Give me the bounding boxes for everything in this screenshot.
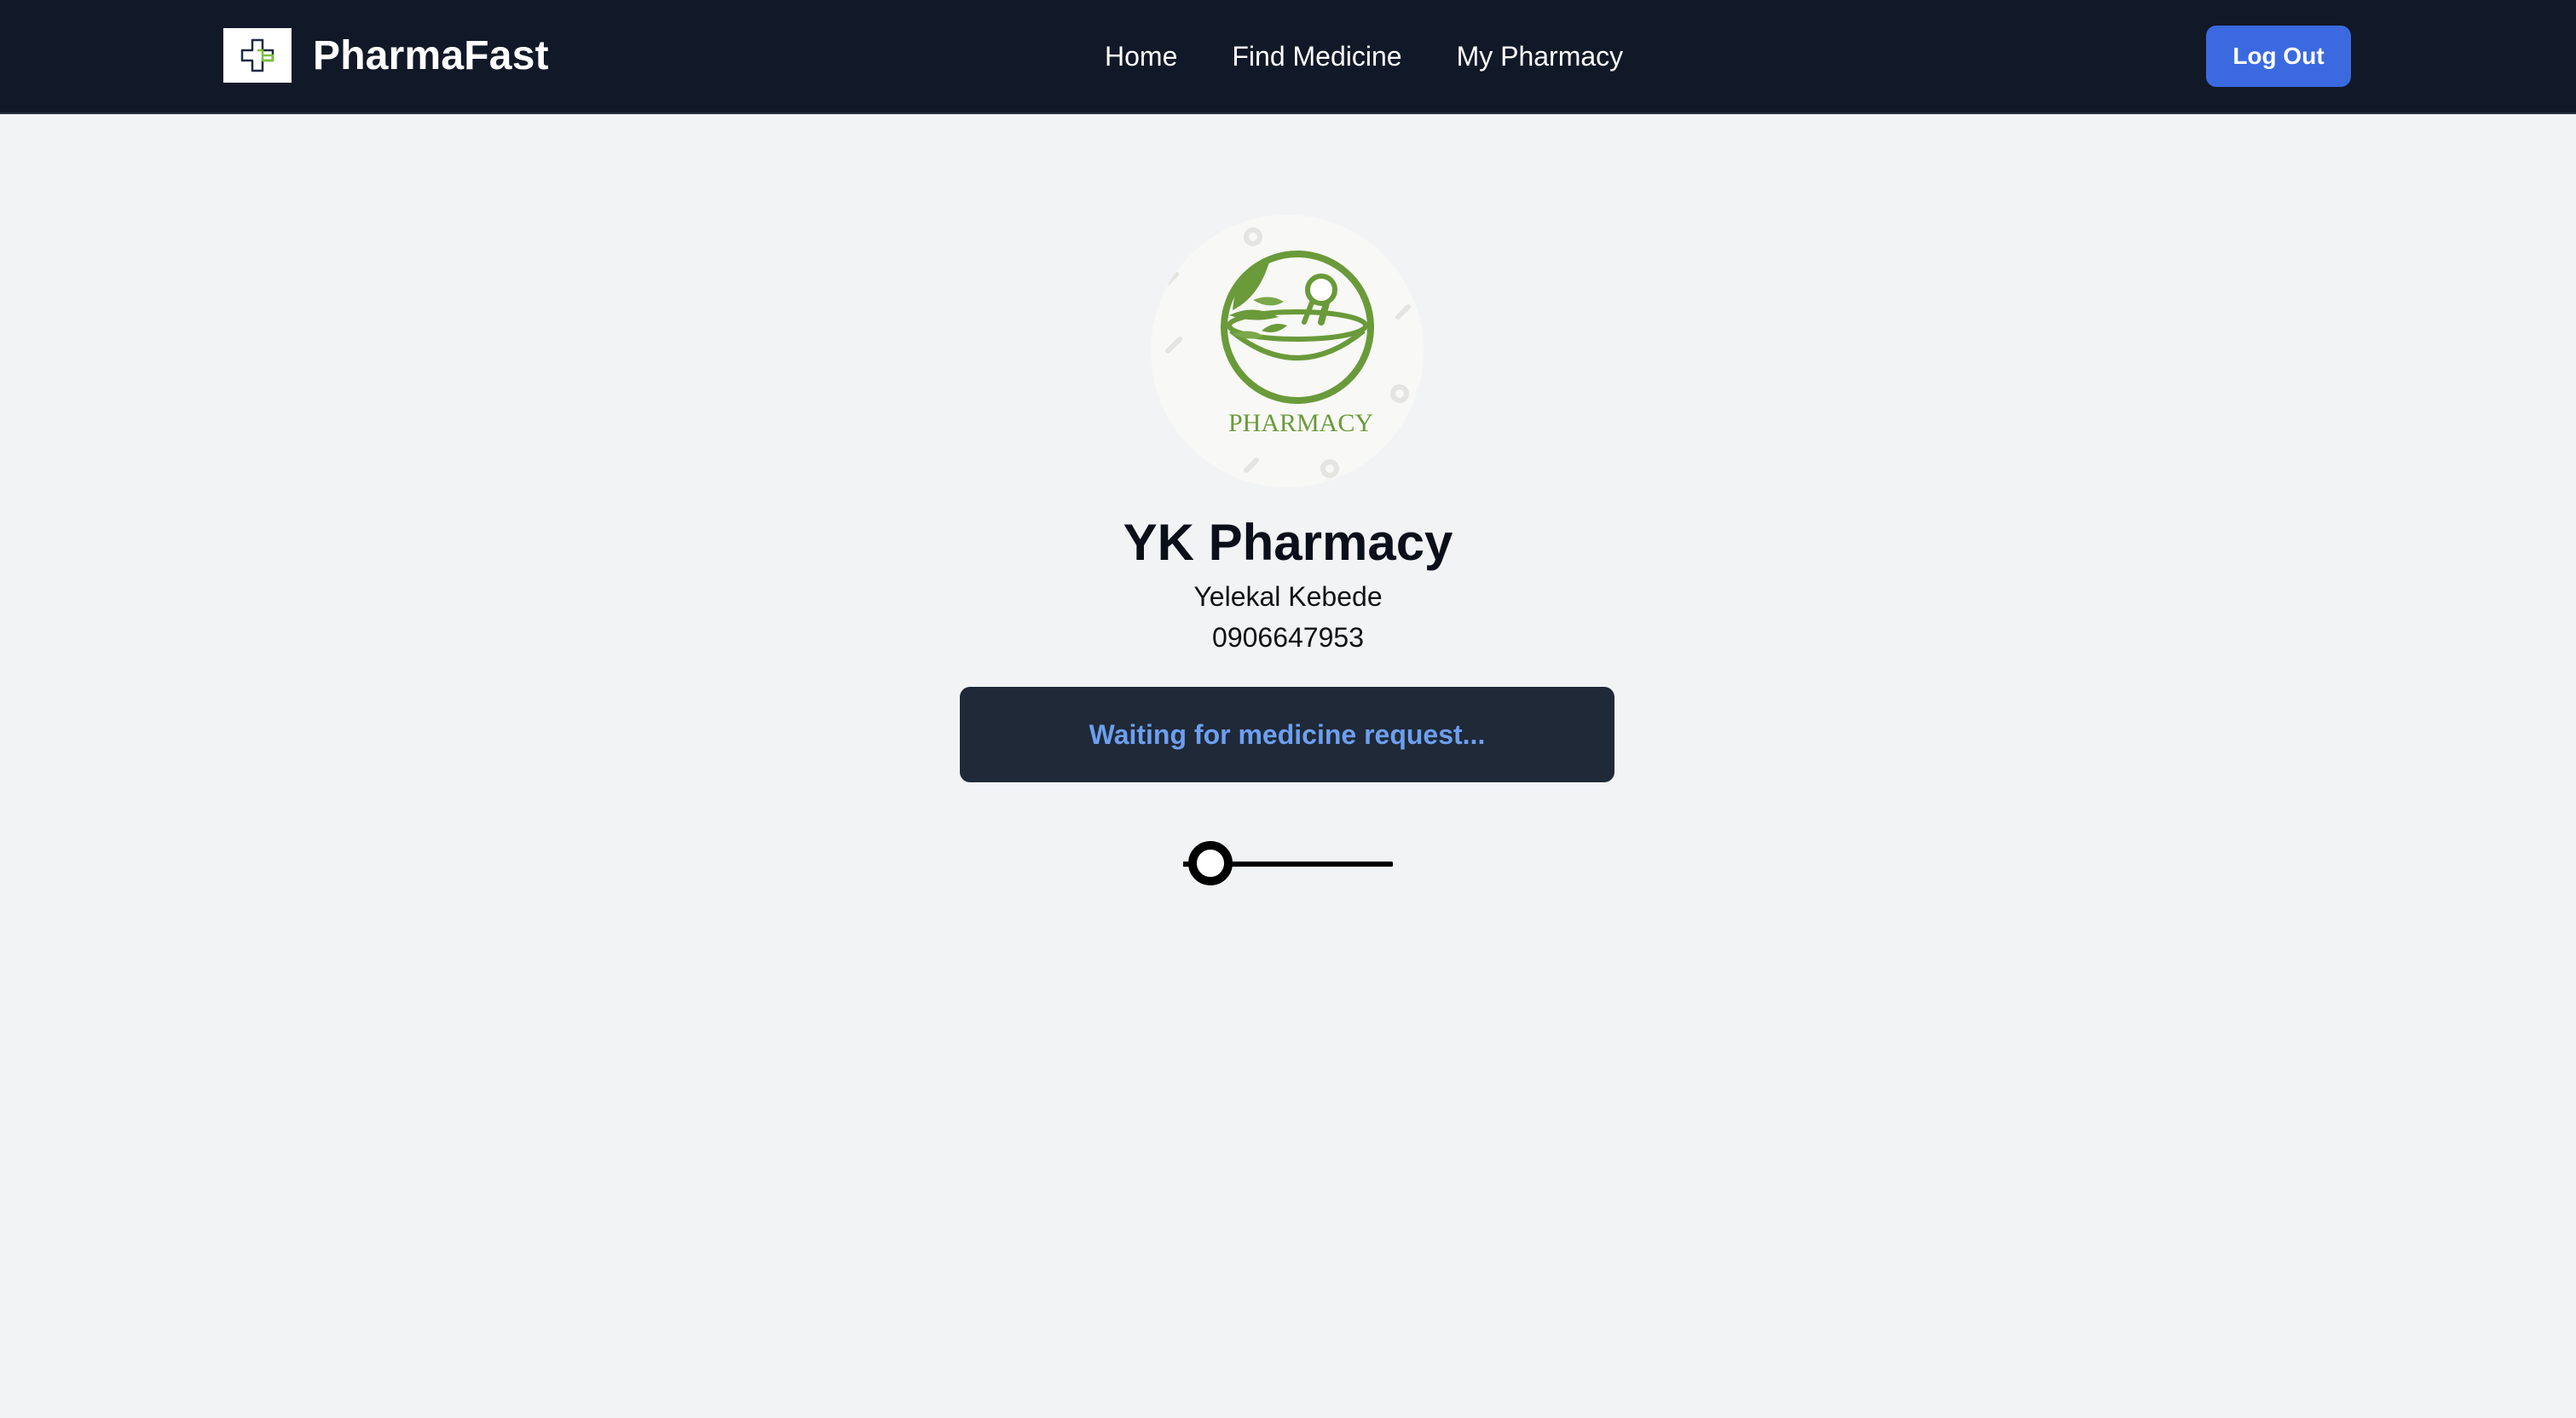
main-nav: Home Find Medicine My Pharmacy <box>1105 36 1623 77</box>
owner-name: Yelekal Kebede <box>1193 581 1383 612</box>
brand-name: PharmaFast <box>313 32 549 78</box>
status-message: Waiting for medicine request... <box>1089 718 1486 750</box>
pharmacy-name: YK Pharmacy <box>1123 514 1453 571</box>
brand[interactable]: PharmaFast <box>223 28 549 83</box>
navbar: PharmaFast Home Find Medicine My Pharmac… <box>0 0 2576 114</box>
medical-cross-icon <box>223 28 292 83</box>
phone-number: 0906647953 <box>1212 622 1364 653</box>
logout-button[interactable]: Log Out <box>2206 26 2351 87</box>
nav-home-link[interactable]: Home <box>1105 36 1177 77</box>
mortar-pestle-logo: PHARMACY <box>1165 228 1411 478</box>
pharmacy-avatar: PHARMACY <box>1151 215 1424 487</box>
status-box: Waiting for medicine request... <box>960 687 1614 782</box>
nav-find-medicine-link[interactable]: Find Medicine <box>1232 36 1401 77</box>
avatar-caption: PHARMACY <box>1228 409 1373 437</box>
nav-my-pharmacy-link[interactable]: My Pharmacy <box>1457 36 1624 77</box>
loading-spinner-icon <box>1183 841 1393 885</box>
